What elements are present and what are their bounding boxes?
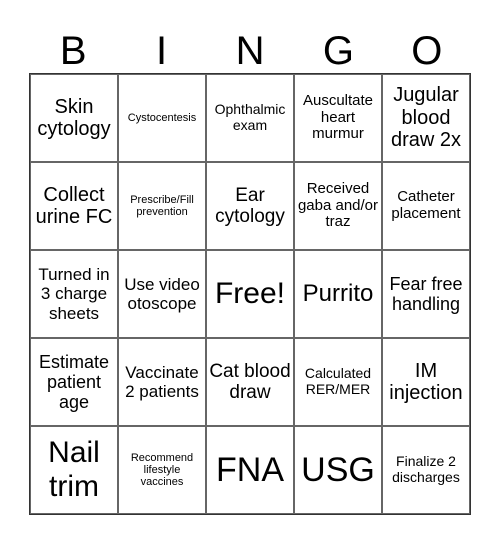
bingo-cell[interactable]: Calculated RER/MER [294, 338, 382, 426]
bingo-cell[interactable]: FNA [206, 426, 294, 514]
bingo-cell[interactable]: Jugular blood draw 2x [382, 74, 470, 162]
bingo-cell[interactable]: Prescribe/Fill prevention [118, 162, 206, 250]
bingo-cell[interactable]: Collect urine FC [30, 162, 118, 250]
bingo-cell[interactable]: Auscultate heart murmur [294, 74, 382, 162]
bingo-cell[interactable]: Fear free handling [382, 250, 470, 338]
bingo-cell[interactable]: Catheter placement [382, 162, 470, 250]
free-space-cell[interactable]: Free! [206, 250, 294, 338]
bingo-cell[interactable]: Estimate patient age [30, 338, 118, 426]
bingo-cell[interactable]: Turned in 3 charge sheets [30, 250, 118, 338]
bingo-cell[interactable]: Received gaba and/or traz [294, 162, 382, 250]
bingo-cell[interactable]: Cystocentesis [118, 74, 206, 162]
bingo-cell[interactable]: USG [294, 426, 382, 514]
bingo-grid: Skin cytology Cystocentesis Ophthalmic e… [29, 73, 471, 515]
bingo-cell[interactable]: Vaccinate 2 patients [118, 338, 206, 426]
bingo-cell[interactable]: Ophthalmic exam [206, 74, 294, 162]
bingo-cell[interactable]: Finalize 2 discharges [382, 426, 470, 514]
bingo-cell[interactable]: Skin cytology [30, 74, 118, 162]
bingo-cell[interactable]: Nail trim [30, 426, 118, 514]
bingo-cell[interactable]: Purrito [294, 250, 382, 338]
bingo-cell[interactable]: Use video otoscope [118, 250, 206, 338]
bingo-cell[interactable]: IM injection [382, 338, 470, 426]
bingo-cell[interactable]: Ear cytology [206, 162, 294, 250]
bingo-cell[interactable]: Cat blood draw [206, 338, 294, 426]
bingo-cell[interactable]: Recommend lifestyle vaccines [118, 426, 206, 514]
